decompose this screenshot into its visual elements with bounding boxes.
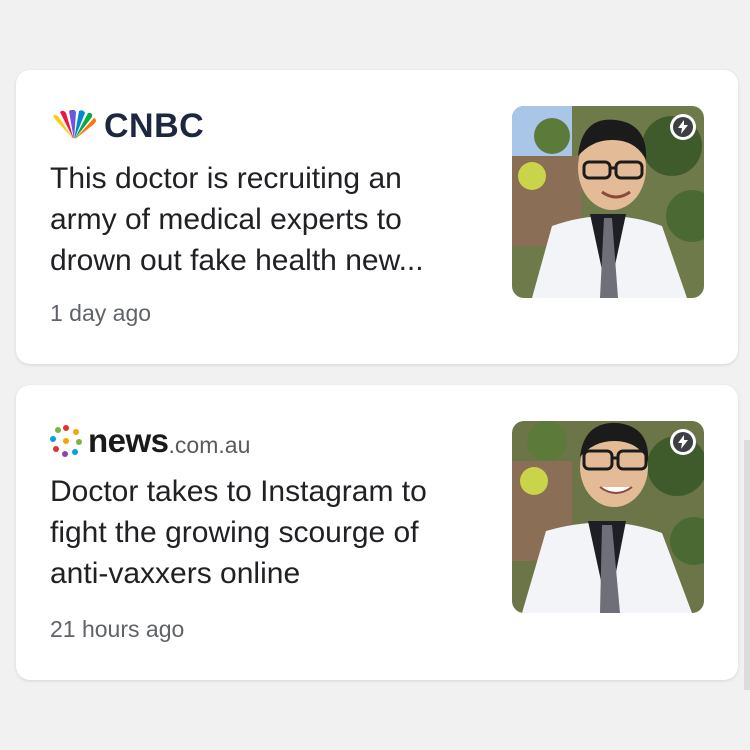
source-domain: .com.au xyxy=(168,431,251,458)
headline-line: drown out fake health new... xyxy=(50,244,424,277)
news-card-newscomau[interactable]: news .com.au Doctor takes to Instagram t… xyxy=(16,385,738,680)
headline-line: This doctor is recruiting an xyxy=(50,162,402,195)
source-logo: CNBC xyxy=(50,106,204,146)
headline[interactable]: This doctor is recruiting an army of med… xyxy=(50,158,490,281)
source-name: news xyxy=(88,422,169,459)
timestamp: 21 hours ago xyxy=(50,616,185,642)
source-name: CNBC xyxy=(104,106,205,145)
headline-line: anti-vaxxers online xyxy=(50,557,301,590)
thumbnail-image[interactable] xyxy=(512,421,704,613)
nbc-peacock-icon xyxy=(53,110,96,142)
thumbnail-image[interactable] xyxy=(512,106,704,298)
news-card-cnbc[interactable]: CNBC This doctor is recruiting an army o… xyxy=(16,70,738,364)
source-logo: news .com.au xyxy=(50,421,250,461)
amp-lightning-icon xyxy=(670,114,696,140)
headline-line: fight the growing scourge of xyxy=(50,516,419,549)
news-dots-icon xyxy=(50,425,82,457)
headline[interactable]: Doctor takes to Instagram to fight the g… xyxy=(50,471,490,594)
amp-lightning-icon xyxy=(670,429,696,455)
scrollbar[interactable] xyxy=(744,440,750,690)
timestamp: 1 day ago xyxy=(50,300,152,326)
headline-line: army of medical experts to xyxy=(50,203,402,236)
headline-line: Doctor takes to Instagram to xyxy=(50,475,427,508)
